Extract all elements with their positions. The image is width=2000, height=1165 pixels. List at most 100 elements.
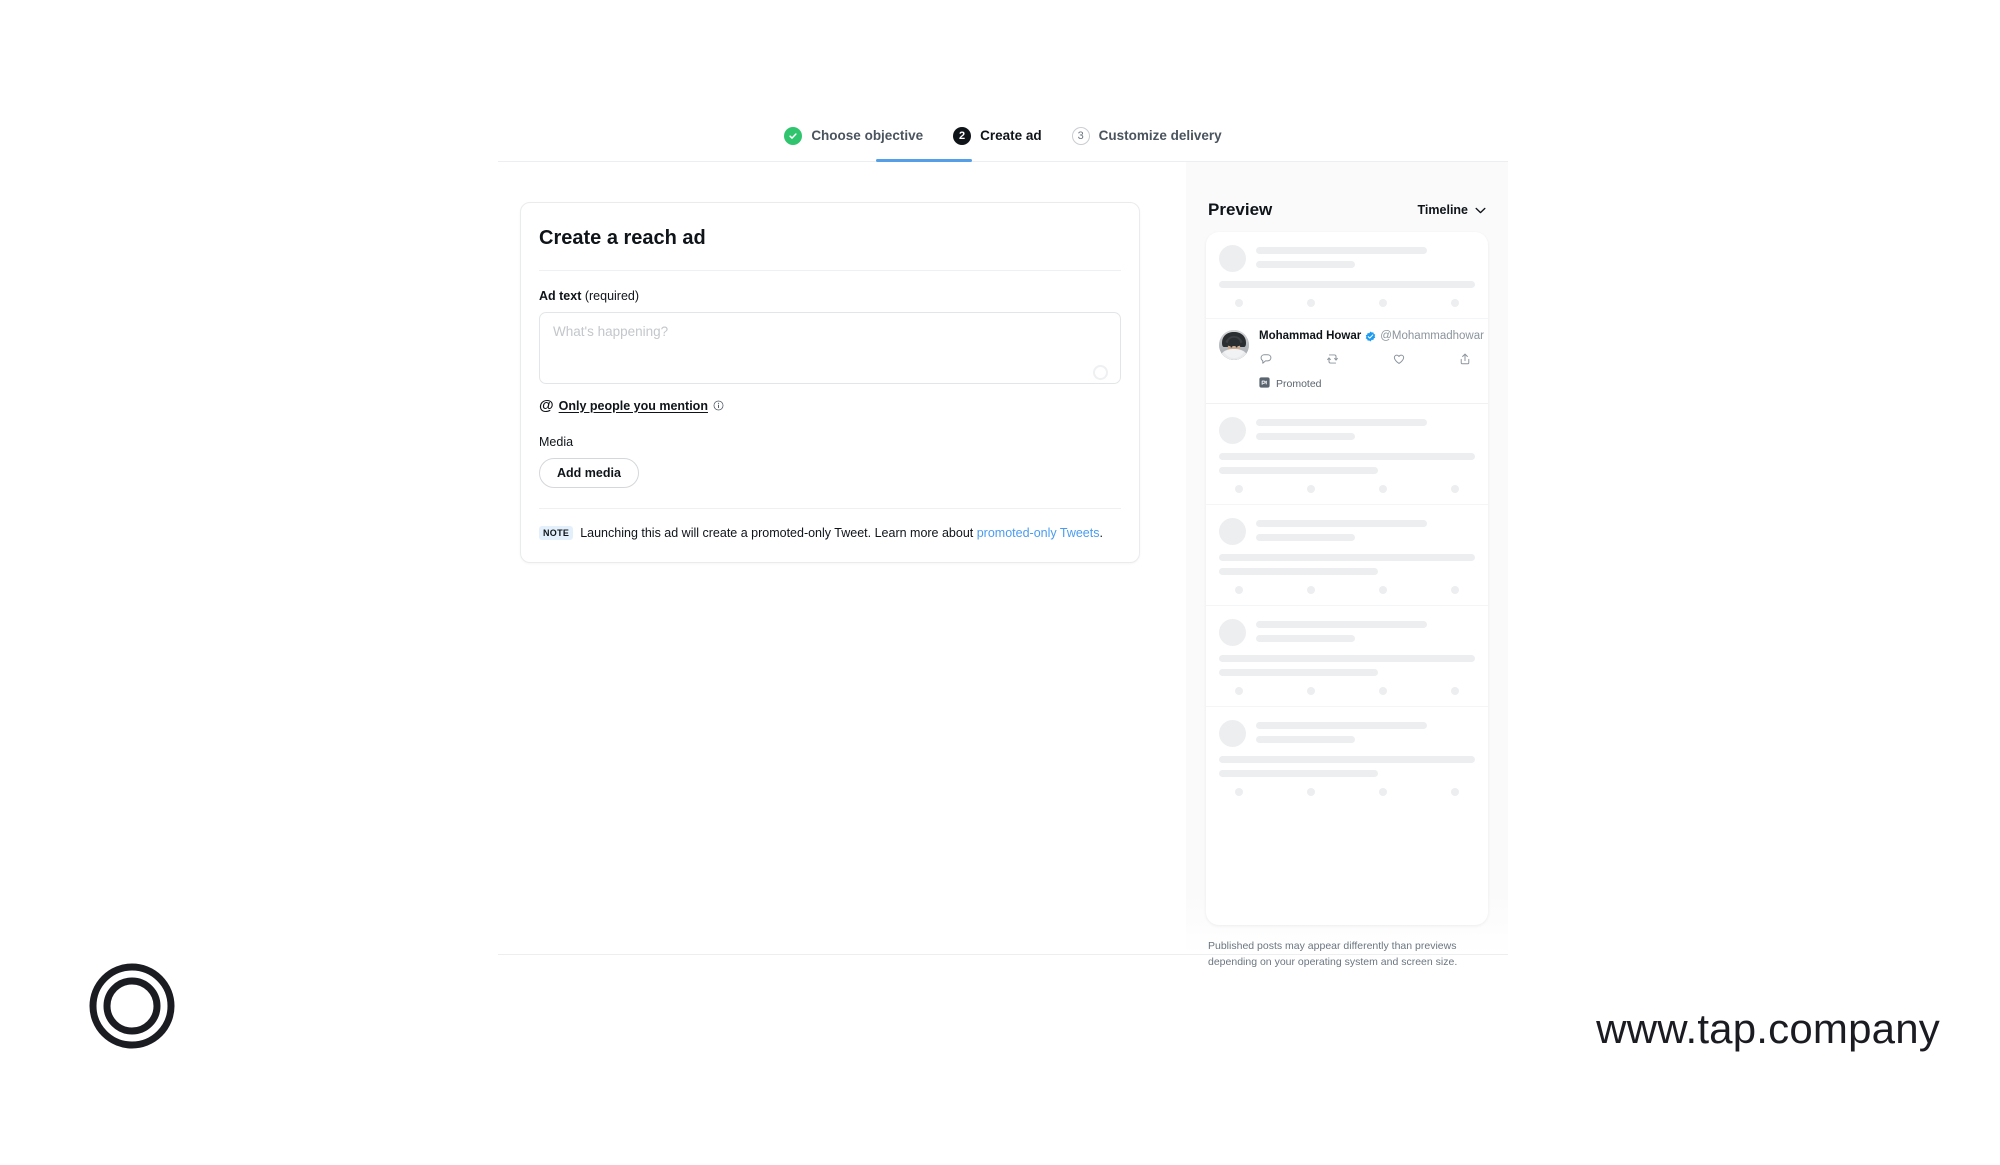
skeleton-body-line [1219,467,1378,474]
skeleton-identity [1256,720,1475,747]
step-label: Create ad [980,128,1042,143]
skeleton-action-dot [1235,586,1243,594]
skeleton-body-line [1219,453,1475,460]
preview-header: Preview Timeline [1186,162,1508,232]
skeleton-body [1219,281,1475,288]
skeleton-body-line [1219,669,1378,676]
skeleton-handle-bar [1256,635,1355,642]
preview-column: Preview Timeline Mohammad Howar @Mohamma… [1186,162,1508,968]
skeleton-name-bar [1256,621,1427,628]
skeleton-body-line [1219,554,1475,561]
chevron-down-icon [1475,203,1486,217]
reply-settings-row[interactable]: @ Only people you mention [539,398,1121,413]
skeleton-actions [1219,299,1475,307]
skeleton-action-dot [1235,788,1243,796]
promoted-tweet-card[interactable]: Mohammad Howar @Mohammadhowar Promoted [1206,319,1488,404]
note-text-before: Launching this ad will create a promoted… [580,526,977,540]
skeleton-avatar [1219,518,1246,545]
skeleton-action-dot [1379,788,1387,796]
step-customize-delivery[interactable]: 3 Customize delivery [1071,110,1222,162]
retweet-icon[interactable] [1325,352,1340,366]
ad-text-label-bold: Ad text [539,289,582,303]
skeleton-avatar [1219,245,1246,272]
skeleton-avatar [1219,619,1246,646]
timeline-preview: Mohammad Howar @Mohammadhowar Promoted [1206,232,1488,925]
brand-url: www.tap.company [1596,1005,1940,1052]
skeleton-action-dot [1379,687,1387,695]
share-icon[interactable] [1458,352,1472,366]
ad-text-label-required: (required) [581,289,640,303]
skeleton-handle-bar [1256,261,1355,268]
promoted-icon [1259,375,1270,393]
skeleton-handle-bar [1256,534,1355,541]
tweet-top: Mohammad Howar @Mohammadhowar [1219,330,1484,366]
skeleton-avatar [1219,720,1246,747]
promoted-only-tweets-link[interactable]: promoted-only Tweets [977,526,1100,540]
skeleton-action-dot [1451,299,1459,307]
skeleton-body-line [1219,770,1378,777]
skeleton-name-bar [1256,247,1427,254]
skeleton-actions [1219,788,1475,796]
skeleton-tweet-row [1206,606,1488,707]
tweet-main: Mohammad Howar @Mohammadhowar [1259,330,1484,366]
skeleton-action-dot [1307,586,1315,594]
skeleton-body-line [1219,568,1378,575]
skeleton-action-dot [1379,485,1387,493]
app-bottom-divider [498,954,1508,955]
avatar [1219,330,1249,360]
skeleton-action-dot [1235,687,1243,695]
skeleton-body [1219,554,1475,575]
tweet-identity: Mohammad Howar @Mohammadhowar [1259,330,1484,342]
ads-composer-app: Choose objective 2 Create ad 3 Customize… [498,110,1508,968]
preview-title: Preview [1208,200,1273,219]
skeleton-actions [1219,485,1475,493]
info-icon[interactable] [713,400,724,411]
skeleton-identity [1256,619,1475,646]
skeleton-action-dot [1307,299,1315,307]
ad-text-label: Ad text (required) [539,289,1121,303]
skeleton-actions [1219,687,1475,695]
reply-settings-label[interactable]: Only people you mention [559,399,708,413]
skeleton-top [1219,518,1475,545]
stepper: Choose objective 2 Create ad 3 Customize… [498,110,1508,162]
like-icon[interactable] [1392,352,1406,366]
preview-placement-value: Timeline [1417,203,1468,217]
skeleton-action-dot [1235,485,1243,493]
tweet-actions [1259,352,1475,366]
promoted-indicator: Promoted [1219,375,1475,393]
screenshot-root: Choose objective 2 Create ad 3 Customize… [0,0,2000,1165]
ad-text-input[interactable] [539,312,1121,384]
note-badge: NOTE [539,526,574,540]
skeleton-identity [1256,518,1475,545]
add-media-button[interactable]: Add media [539,458,639,488]
form-column: Create a reach ad Ad text (required) @ O… [498,162,1186,955]
skeleton-action-dot [1451,687,1459,695]
step-create-ad[interactable]: 2 Create ad [953,110,1042,162]
skeleton-body-line [1219,655,1475,662]
step-choose-objective[interactable]: Choose objective [784,110,923,162]
verified-badge-icon [1365,331,1376,342]
skeleton-action-dot [1235,299,1243,307]
skeleton-action-dot [1379,586,1387,594]
preview-placement-select[interactable]: Timeline [1418,203,1486,217]
skeleton-action-dot [1451,485,1459,493]
reply-icon[interactable] [1259,352,1273,366]
step-label: Choose objective [811,128,924,143]
skeleton-body [1219,756,1475,777]
skeleton-tweet-row [1206,505,1488,606]
create-ad-card: Create a reach ad Ad text (required) @ O… [520,202,1140,564]
step-label: Customize delivery [1098,128,1222,143]
promoted-label: Promoted [1276,378,1322,390]
step-number-badge: 3 [1071,126,1090,145]
skeleton-handle-bar [1256,433,1355,440]
preview-disclaimer: Published posts may appear differently t… [1208,940,1458,968]
skeleton-avatar [1219,417,1246,444]
skeleton-name-bar [1256,419,1427,426]
skeleton-identity [1256,245,1475,272]
tweet-author-name: Mohammad Howar [1259,330,1362,342]
note-text: Launching this ad will create a promoted… [580,524,1103,542]
composer-columns: Create a reach ad Ad text (required) @ O… [498,162,1508,968]
note-text-after: . [1099,526,1103,540]
character-counter-ring [1093,365,1108,380]
skeleton-handle-bar [1256,736,1355,743]
